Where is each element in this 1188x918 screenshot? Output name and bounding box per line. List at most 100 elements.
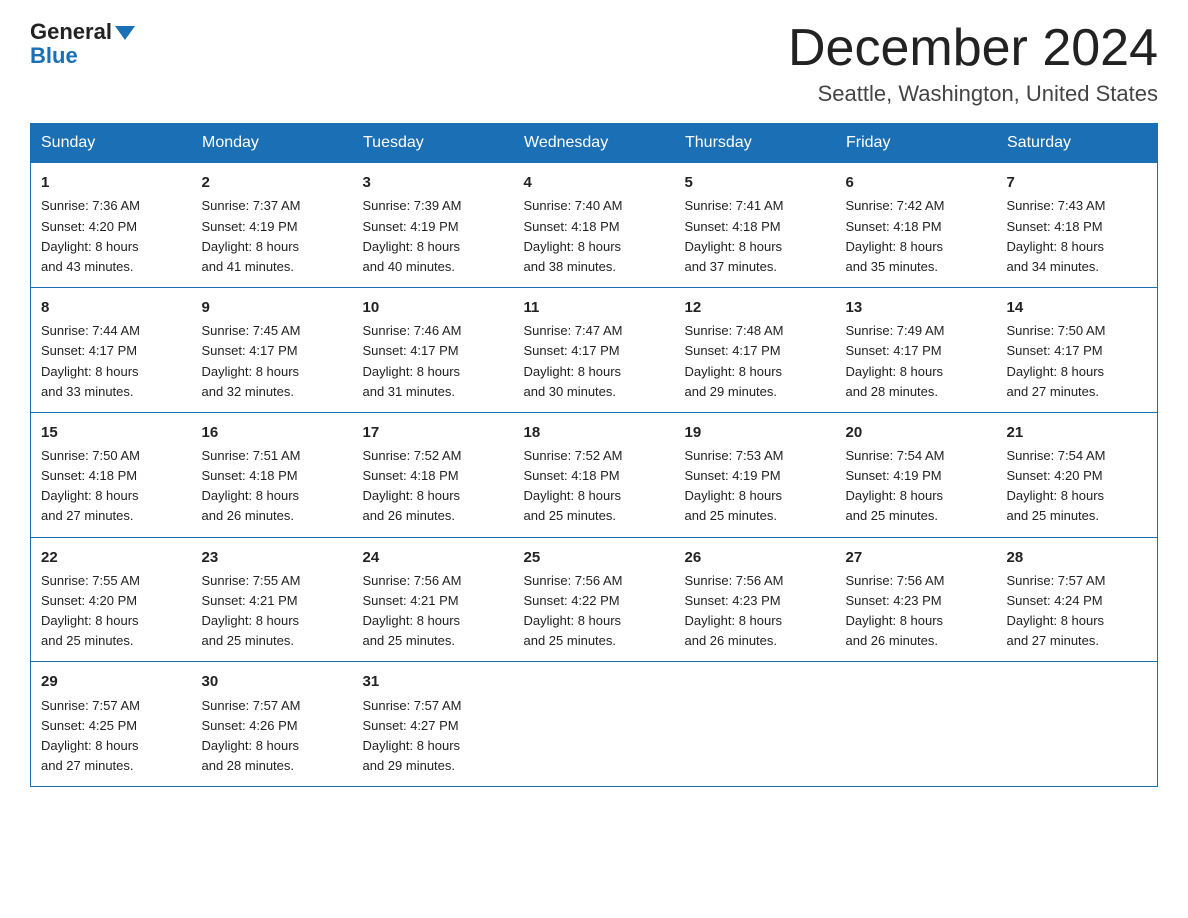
day-number: 18 [524, 421, 665, 444]
day-number: 31 [363, 670, 504, 693]
day-number: 30 [202, 670, 343, 693]
day-number: 3 [363, 171, 504, 194]
day-cell-25: 25Sunrise: 7:56 AMSunset: 4:22 PMDayligh… [514, 537, 675, 662]
day-number: 12 [685, 296, 826, 319]
day-cell-22: 22Sunrise: 7:55 AMSunset: 4:20 PMDayligh… [31, 537, 192, 662]
day-cell-21: 21Sunrise: 7:54 AMSunset: 4:20 PMDayligh… [997, 412, 1158, 537]
weekday-header-saturday: Saturday [997, 124, 1158, 163]
week-row-3: 15Sunrise: 7:50 AMSunset: 4:18 PMDayligh… [31, 412, 1158, 537]
day-info: Sunrise: 7:46 AMSunset: 4:17 PMDaylight:… [363, 321, 504, 402]
week-row-4: 22Sunrise: 7:55 AMSunset: 4:20 PMDayligh… [31, 537, 1158, 662]
day-number: 22 [41, 546, 182, 569]
day-info: Sunrise: 7:57 AMSunset: 4:24 PMDaylight:… [1007, 571, 1148, 652]
day-info: Sunrise: 7:50 AMSunset: 4:18 PMDaylight:… [41, 446, 182, 527]
logo-general-text: General [30, 20, 112, 44]
day-info: Sunrise: 7:36 AMSunset: 4:20 PMDaylight:… [41, 196, 182, 277]
day-cell-29: 29 Sunrise: 7:57 AMSunset: 4:25 PMDayligh… [31, 662, 192, 787]
day-info: Sunrise: 7:37 AMSunset: 4:19 PMDaylight:… [202, 196, 343, 277]
day-number: 13 [846, 296, 987, 319]
title-block: December 2024 Seattle, Washington, Unite… [788, 20, 1158, 107]
day-number: 6 [846, 171, 987, 194]
day-number: 29 [41, 670, 182, 693]
day-cell-8: 8Sunrise: 7:44 AMSunset: 4:17 PMDaylight… [31, 288, 192, 413]
day-info: Sunrise: 7:57 AMSunset: 4:25 PMDaylight:… [41, 696, 182, 777]
day-info: Sunrise: 7:45 AMSunset: 4:17 PMDaylight:… [202, 321, 343, 402]
empty-cell [514, 662, 675, 787]
day-cell-6: 6Sunrise: 7:42 AMSunset: 4:18 PMDaylight… [836, 163, 997, 288]
day-cell-31: 31 Sunrise: 7:57 AMSunset: 4:27 PMDayligh… [353, 662, 514, 787]
day-info: Sunrise: 7:54 AMSunset: 4:19 PMDaylight:… [846, 446, 987, 527]
day-info: Sunrise: 7:47 AMSunset: 4:17 PMDaylight:… [524, 321, 665, 402]
day-info: Sunrise: 7:56 AMSunset: 4:23 PMDaylight:… [685, 571, 826, 652]
page-header: General Blue December 2024 Seattle, Wash… [30, 20, 1158, 107]
day-info: Sunrise: 7:43 AMSunset: 4:18 PMDaylight:… [1007, 196, 1148, 277]
day-info: Sunrise: 7:48 AMSunset: 4:17 PMDaylight:… [685, 321, 826, 402]
day-cell-26: 26Sunrise: 7:56 AMSunset: 4:23 PMDayligh… [675, 537, 836, 662]
day-info: Sunrise: 7:56 AMSunset: 4:21 PMDaylight:… [363, 571, 504, 652]
day-number: 4 [524, 171, 665, 194]
day-cell-28: 28Sunrise: 7:57 AMSunset: 4:24 PMDayligh… [997, 537, 1158, 662]
day-info: Sunrise: 7:54 AMSunset: 4:20 PMDaylight:… [1007, 446, 1148, 527]
weekday-header-sunday: Sunday [31, 124, 192, 163]
logo-arrow-icon [115, 26, 135, 40]
day-cell-17: 17Sunrise: 7:52 AMSunset: 4:18 PMDayligh… [353, 412, 514, 537]
day-number: 16 [202, 421, 343, 444]
day-cell-19: 19Sunrise: 7:53 AMSunset: 4:19 PMDayligh… [675, 412, 836, 537]
weekday-header-row: SundayMondayTuesdayWednesdayThursdayFrid… [31, 124, 1158, 163]
day-cell-15: 15Sunrise: 7:50 AMSunset: 4:18 PMDayligh… [31, 412, 192, 537]
day-cell-18: 18Sunrise: 7:52 AMSunset: 4:18 PMDayligh… [514, 412, 675, 537]
day-info: Sunrise: 7:52 AMSunset: 4:18 PMDaylight:… [524, 446, 665, 527]
day-cell-14: 14Sunrise: 7:50 AMSunset: 4:17 PMDayligh… [997, 288, 1158, 413]
empty-cell [675, 662, 836, 787]
week-row-1: 1Sunrise: 7:36 AMSunset: 4:20 PMDaylight… [31, 163, 1158, 288]
day-info: Sunrise: 7:42 AMSunset: 4:18 PMDaylight:… [846, 196, 987, 277]
day-cell-12: 12Sunrise: 7:48 AMSunset: 4:17 PMDayligh… [675, 288, 836, 413]
day-cell-16: 16Sunrise: 7:51 AMSunset: 4:18 PMDayligh… [192, 412, 353, 537]
day-number: 25 [524, 546, 665, 569]
day-info: Sunrise: 7:41 AMSunset: 4:18 PMDaylight:… [685, 196, 826, 277]
day-info: Sunrise: 7:53 AMSunset: 4:19 PMDaylight:… [685, 446, 826, 527]
day-info: Sunrise: 7:44 AMSunset: 4:17 PMDaylight:… [41, 321, 182, 402]
weekday-header-friday: Friday [836, 124, 997, 163]
day-info: Sunrise: 7:52 AMSunset: 4:18 PMDaylight:… [363, 446, 504, 527]
day-number: 24 [363, 546, 504, 569]
day-number: 9 [202, 296, 343, 319]
day-cell-1: 1Sunrise: 7:36 AMSunset: 4:20 PMDaylight… [31, 163, 192, 288]
day-cell-27: 27Sunrise: 7:56 AMSunset: 4:23 PMDayligh… [836, 537, 997, 662]
empty-cell [997, 662, 1158, 787]
calendar-table: SundayMondayTuesdayWednesdayThursdayFrid… [30, 123, 1158, 787]
day-cell-5: 5Sunrise: 7:41 AMSunset: 4:18 PMDaylight… [675, 163, 836, 288]
day-info: Sunrise: 7:57 AMSunset: 4:27 PMDaylight:… [363, 696, 504, 777]
day-cell-2: 2Sunrise: 7:37 AMSunset: 4:19 PMDaylight… [192, 163, 353, 288]
day-number: 11 [524, 296, 665, 319]
day-cell-13: 13Sunrise: 7:49 AMSunset: 4:17 PMDayligh… [836, 288, 997, 413]
day-number: 8 [41, 296, 182, 319]
day-info: Sunrise: 7:40 AMSunset: 4:18 PMDaylight:… [524, 196, 665, 277]
day-cell-24: 24Sunrise: 7:56 AMSunset: 4:21 PMDayligh… [353, 537, 514, 662]
day-cell-4: 4Sunrise: 7:40 AMSunset: 4:18 PMDaylight… [514, 163, 675, 288]
day-number: 23 [202, 546, 343, 569]
day-number: 1 [41, 171, 182, 194]
day-info: Sunrise: 7:49 AMSunset: 4:17 PMDaylight:… [846, 321, 987, 402]
day-cell-3: 3Sunrise: 7:39 AMSunset: 4:19 PMDaylight… [353, 163, 514, 288]
logo-blue-text: Blue [30, 44, 78, 68]
location-title: Seattle, Washington, United States [788, 81, 1158, 107]
day-number: 20 [846, 421, 987, 444]
day-number: 27 [846, 546, 987, 569]
day-cell-7: 7Sunrise: 7:43 AMSunset: 4:18 PMDaylight… [997, 163, 1158, 288]
month-title: December 2024 [788, 20, 1158, 77]
day-info: Sunrise: 7:56 AMSunset: 4:23 PMDaylight:… [846, 571, 987, 652]
weekday-header-wednesday: Wednesday [514, 124, 675, 163]
day-number: 7 [1007, 171, 1148, 194]
day-number: 2 [202, 171, 343, 194]
day-info: Sunrise: 7:57 AMSunset: 4:26 PMDaylight:… [202, 696, 343, 777]
week-row-5: 29 Sunrise: 7:57 AMSunset: 4:25 PMDayligh… [31, 662, 1158, 787]
day-number: 15 [41, 421, 182, 444]
day-number: 17 [363, 421, 504, 444]
day-cell-20: 20Sunrise: 7:54 AMSunset: 4:19 PMDayligh… [836, 412, 997, 537]
day-info: Sunrise: 7:55 AMSunset: 4:20 PMDaylight:… [41, 571, 182, 652]
day-info: Sunrise: 7:50 AMSunset: 4:17 PMDaylight:… [1007, 321, 1148, 402]
logo: General Blue [30, 20, 135, 68]
weekday-header-thursday: Thursday [675, 124, 836, 163]
day-number: 19 [685, 421, 826, 444]
